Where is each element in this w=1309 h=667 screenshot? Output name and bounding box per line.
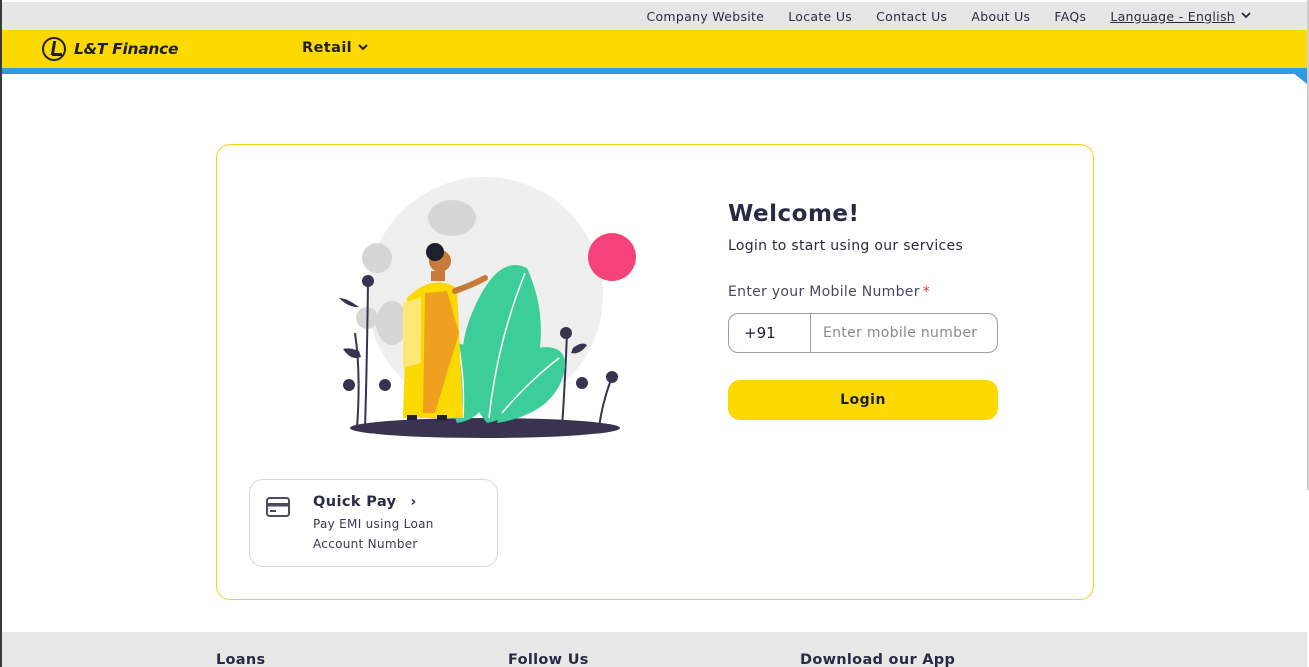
login-card: Welcome! Login to start using our servic… — [216, 144, 1094, 600]
chevron-down-icon — [1241, 11, 1251, 22]
main-navbar: L&T Finance Retail — [2, 30, 1307, 68]
quick-pay-description: Pay EMI using Loan Account Number — [313, 517, 434, 551]
mobile-number-label: Enter your Mobile Number * — [728, 284, 930, 300]
card-icon — [266, 497, 290, 517]
retail-menu[interactable]: Retail — [302, 40, 368, 56]
top-utility-bar: Company Website Locate Us Contact Us Abo… — [2, 2, 1307, 30]
required-mark: * — [922, 284, 931, 300]
chevron-down-icon — [358, 43, 368, 54]
accent-stripe — [2, 68, 1307, 74]
quick-pay-title-text: Quick Pay — [313, 494, 397, 510]
login-button[interactable]: Login — [728, 380, 998, 420]
mobile-number-group: +91 — [728, 313, 998, 353]
quick-pay-title: Quick Pay › — [313, 494, 417, 510]
company-website-link[interactable]: Company Website — [646, 9, 764, 24]
chevron-right-icon: › — [410, 494, 417, 510]
welcome-heading: Welcome! — [728, 201, 860, 227]
footer-heading-loans: Loans — [216, 652, 266, 667]
contact-us-link[interactable]: Contact Us — [876, 9, 947, 24]
footer-heading-download-app: Download our App — [800, 652, 956, 667]
quick-pay-card[interactable]: Quick Pay › Pay EMI using Loan Account N… — [249, 479, 498, 567]
brand-logo[interactable]: L&T Finance — [42, 37, 179, 61]
retail-menu-label: Retail — [302, 40, 353, 56]
about-us-link[interactable]: About Us — [971, 9, 1030, 24]
locate-us-link[interactable]: Locate Us — [788, 9, 852, 24]
woman-with-plants-illustration — [339, 177, 636, 438]
footer-heading-follow-us: Follow Us — [508, 652, 589, 667]
lt-logo-icon — [42, 37, 66, 61]
accent-corner — [1287, 68, 1307, 84]
country-code-prefix: +91 — [729, 314, 811, 352]
faqs-link[interactable]: FAQs — [1054, 9, 1086, 24]
footer: Loans Follow Us Download our App — [2, 632, 1307, 667]
mobile-number-input[interactable] — [811, 314, 997, 352]
language-label: Language - English — [1110, 8, 1235, 24]
mobile-number-label-text: Enter your Mobile Number — [728, 284, 920, 300]
welcome-subtitle: Login to start using our services — [728, 238, 964, 254]
language-selector[interactable]: Language - English — [1110, 9, 1251, 24]
brand-logo-text: L&T Finance — [74, 40, 179, 58]
window-left-edge — [0, 0, 2, 667]
